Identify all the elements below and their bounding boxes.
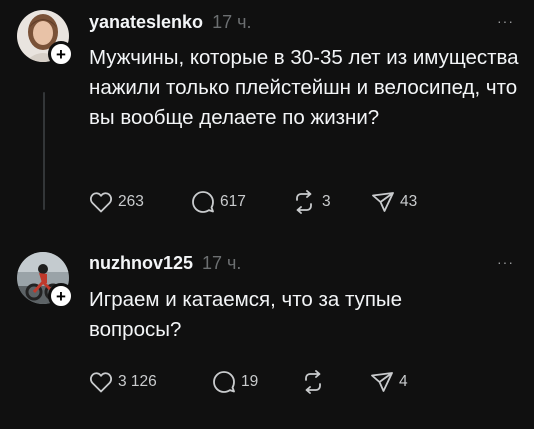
timestamp: 17 ч. bbox=[202, 253, 242, 273]
share-count: 43 bbox=[400, 193, 418, 210]
repost-icon bbox=[296, 190, 312, 214]
comment-icon bbox=[192, 191, 214, 213]
repost-button[interactable]: 3 bbox=[291, 190, 371, 214]
share-button[interactable]: 4 bbox=[370, 371, 430, 393]
repost-count: 3 bbox=[322, 193, 331, 210]
post-text: Играем и катаемся, что за тупые вопросы? bbox=[89, 288, 403, 341]
like-count: 3 126 bbox=[118, 373, 157, 390]
post-text: Мужчины, которые в 30-35 лет из имуществ… bbox=[89, 46, 519, 129]
repost-icon bbox=[305, 370, 321, 394]
avatar-nuzhnov125[interactable]: + bbox=[17, 252, 74, 309]
post-nuzhnov125: + nuzhnov125 17 ч. ··· Играем и катаемся… bbox=[0, 230, 534, 429]
username[interactable]: nuzhnov125 bbox=[89, 253, 193, 274]
post-yanateslenko: + yanateslenko 17 ч. ··· Мужчины, которы… bbox=[0, 0, 534, 230]
follow-plus-icon[interactable]: + bbox=[48, 41, 74, 67]
like-button[interactable]: 263 bbox=[89, 191, 191, 213]
more-options-icon[interactable]: ··· bbox=[497, 255, 514, 269]
thread-line bbox=[43, 92, 45, 210]
share-icon bbox=[371, 372, 393, 392]
like-count: 263 bbox=[118, 193, 144, 210]
comment-icon bbox=[213, 371, 235, 393]
avatar-yanateslenko[interactable]: + bbox=[17, 10, 74, 67]
share-icon bbox=[372, 192, 394, 212]
comment-button[interactable]: 19 bbox=[212, 370, 300, 394]
timestamp: 17 ч. bbox=[212, 12, 252, 32]
comment-button[interactable]: 617 bbox=[191, 190, 291, 214]
action-bar: 263 617 3 43 bbox=[89, 189, 441, 215]
comment-count: 617 bbox=[220, 193, 246, 210]
share-count: 4 bbox=[399, 373, 408, 390]
action-bar: 3 126 19 4 bbox=[89, 369, 430, 395]
heart-icon bbox=[89, 372, 113, 393]
heart-icon bbox=[89, 192, 113, 213]
share-button[interactable]: 43 bbox=[371, 191, 441, 213]
like-button[interactable]: 3 126 bbox=[89, 371, 212, 393]
repost-button[interactable] bbox=[300, 370, 370, 394]
follow-plus-icon[interactable]: + bbox=[48, 283, 74, 309]
username[interactable]: yanateslenko bbox=[89, 12, 203, 33]
comment-count: 19 bbox=[241, 373, 259, 390]
more-options-icon[interactable]: ··· bbox=[497, 14, 514, 28]
